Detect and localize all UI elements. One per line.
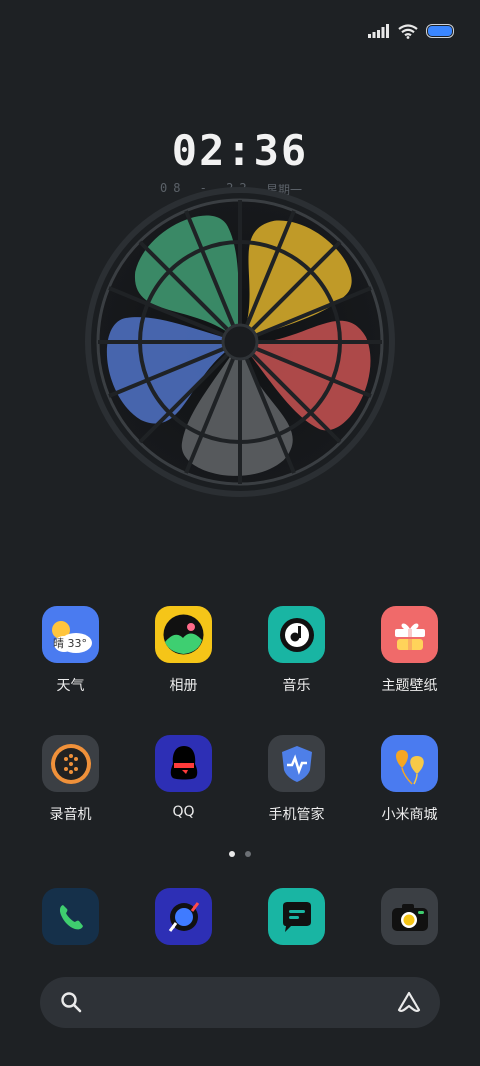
app-recorder[interactable]: 录音机 bbox=[14, 735, 127, 824]
security-shield-icon bbox=[268, 735, 325, 792]
app-mi-store[interactable]: 小米商城 bbox=[353, 735, 466, 824]
app-music[interactable]: 音乐 bbox=[240, 606, 353, 695]
search-icon[interactable] bbox=[60, 991, 82, 1017]
phone-icon bbox=[42, 888, 99, 945]
dock-phone[interactable] bbox=[14, 888, 127, 945]
app-weather[interactable]: 晴 33° 天气 bbox=[14, 606, 127, 695]
app-label: 音乐 bbox=[282, 678, 311, 694]
battery-icon bbox=[426, 24, 454, 38]
app-label: 主题壁纸 bbox=[381, 678, 438, 694]
fan-widget[interactable] bbox=[84, 186, 396, 498]
recorder-icon bbox=[42, 735, 99, 792]
app-label: 手机管家 bbox=[268, 807, 325, 823]
clock-time[interactable]: 02:36 bbox=[0, 126, 480, 175]
weather-badge: 晴 33° bbox=[53, 637, 87, 650]
app-label: 相册 bbox=[169, 678, 198, 694]
messages-icon bbox=[268, 888, 325, 945]
qq-penguin-icon bbox=[155, 735, 212, 792]
app-label: 录音机 bbox=[49, 807, 92, 823]
status-bar bbox=[368, 20, 454, 42]
camera-icon bbox=[381, 888, 438, 945]
wifi-icon bbox=[398, 23, 418, 39]
ai-assistant-icon[interactable] bbox=[396, 990, 422, 1018]
music-icon bbox=[268, 606, 325, 663]
app-security[interactable]: 手机管家 bbox=[240, 735, 353, 824]
battery-level bbox=[428, 26, 452, 36]
app-qq[interactable]: QQ bbox=[127, 735, 240, 820]
app-label: QQ bbox=[172, 804, 195, 820]
balloons-icon bbox=[381, 735, 438, 792]
weather-icon: 晴 33° bbox=[42, 606, 99, 663]
gallery-icon bbox=[155, 606, 212, 663]
dock-browser[interactable] bbox=[127, 888, 240, 945]
signal-icon bbox=[368, 24, 390, 38]
search-bar[interactable] bbox=[40, 977, 440, 1028]
page-indicator bbox=[229, 851, 251, 857]
dock-camera[interactable] bbox=[353, 888, 466, 945]
gift-icon bbox=[381, 606, 438, 663]
app-label: 天气 bbox=[56, 678, 85, 694]
app-gallery[interactable]: 相册 bbox=[127, 606, 240, 695]
dock-messages[interactable] bbox=[240, 888, 353, 945]
page-dot[interactable] bbox=[245, 851, 251, 857]
app-themes[interactable]: 主题壁纸 bbox=[353, 606, 466, 695]
page-dot-active[interactable] bbox=[229, 851, 235, 857]
browser-icon bbox=[155, 888, 212, 945]
app-label: 小米商城 bbox=[381, 807, 438, 823]
